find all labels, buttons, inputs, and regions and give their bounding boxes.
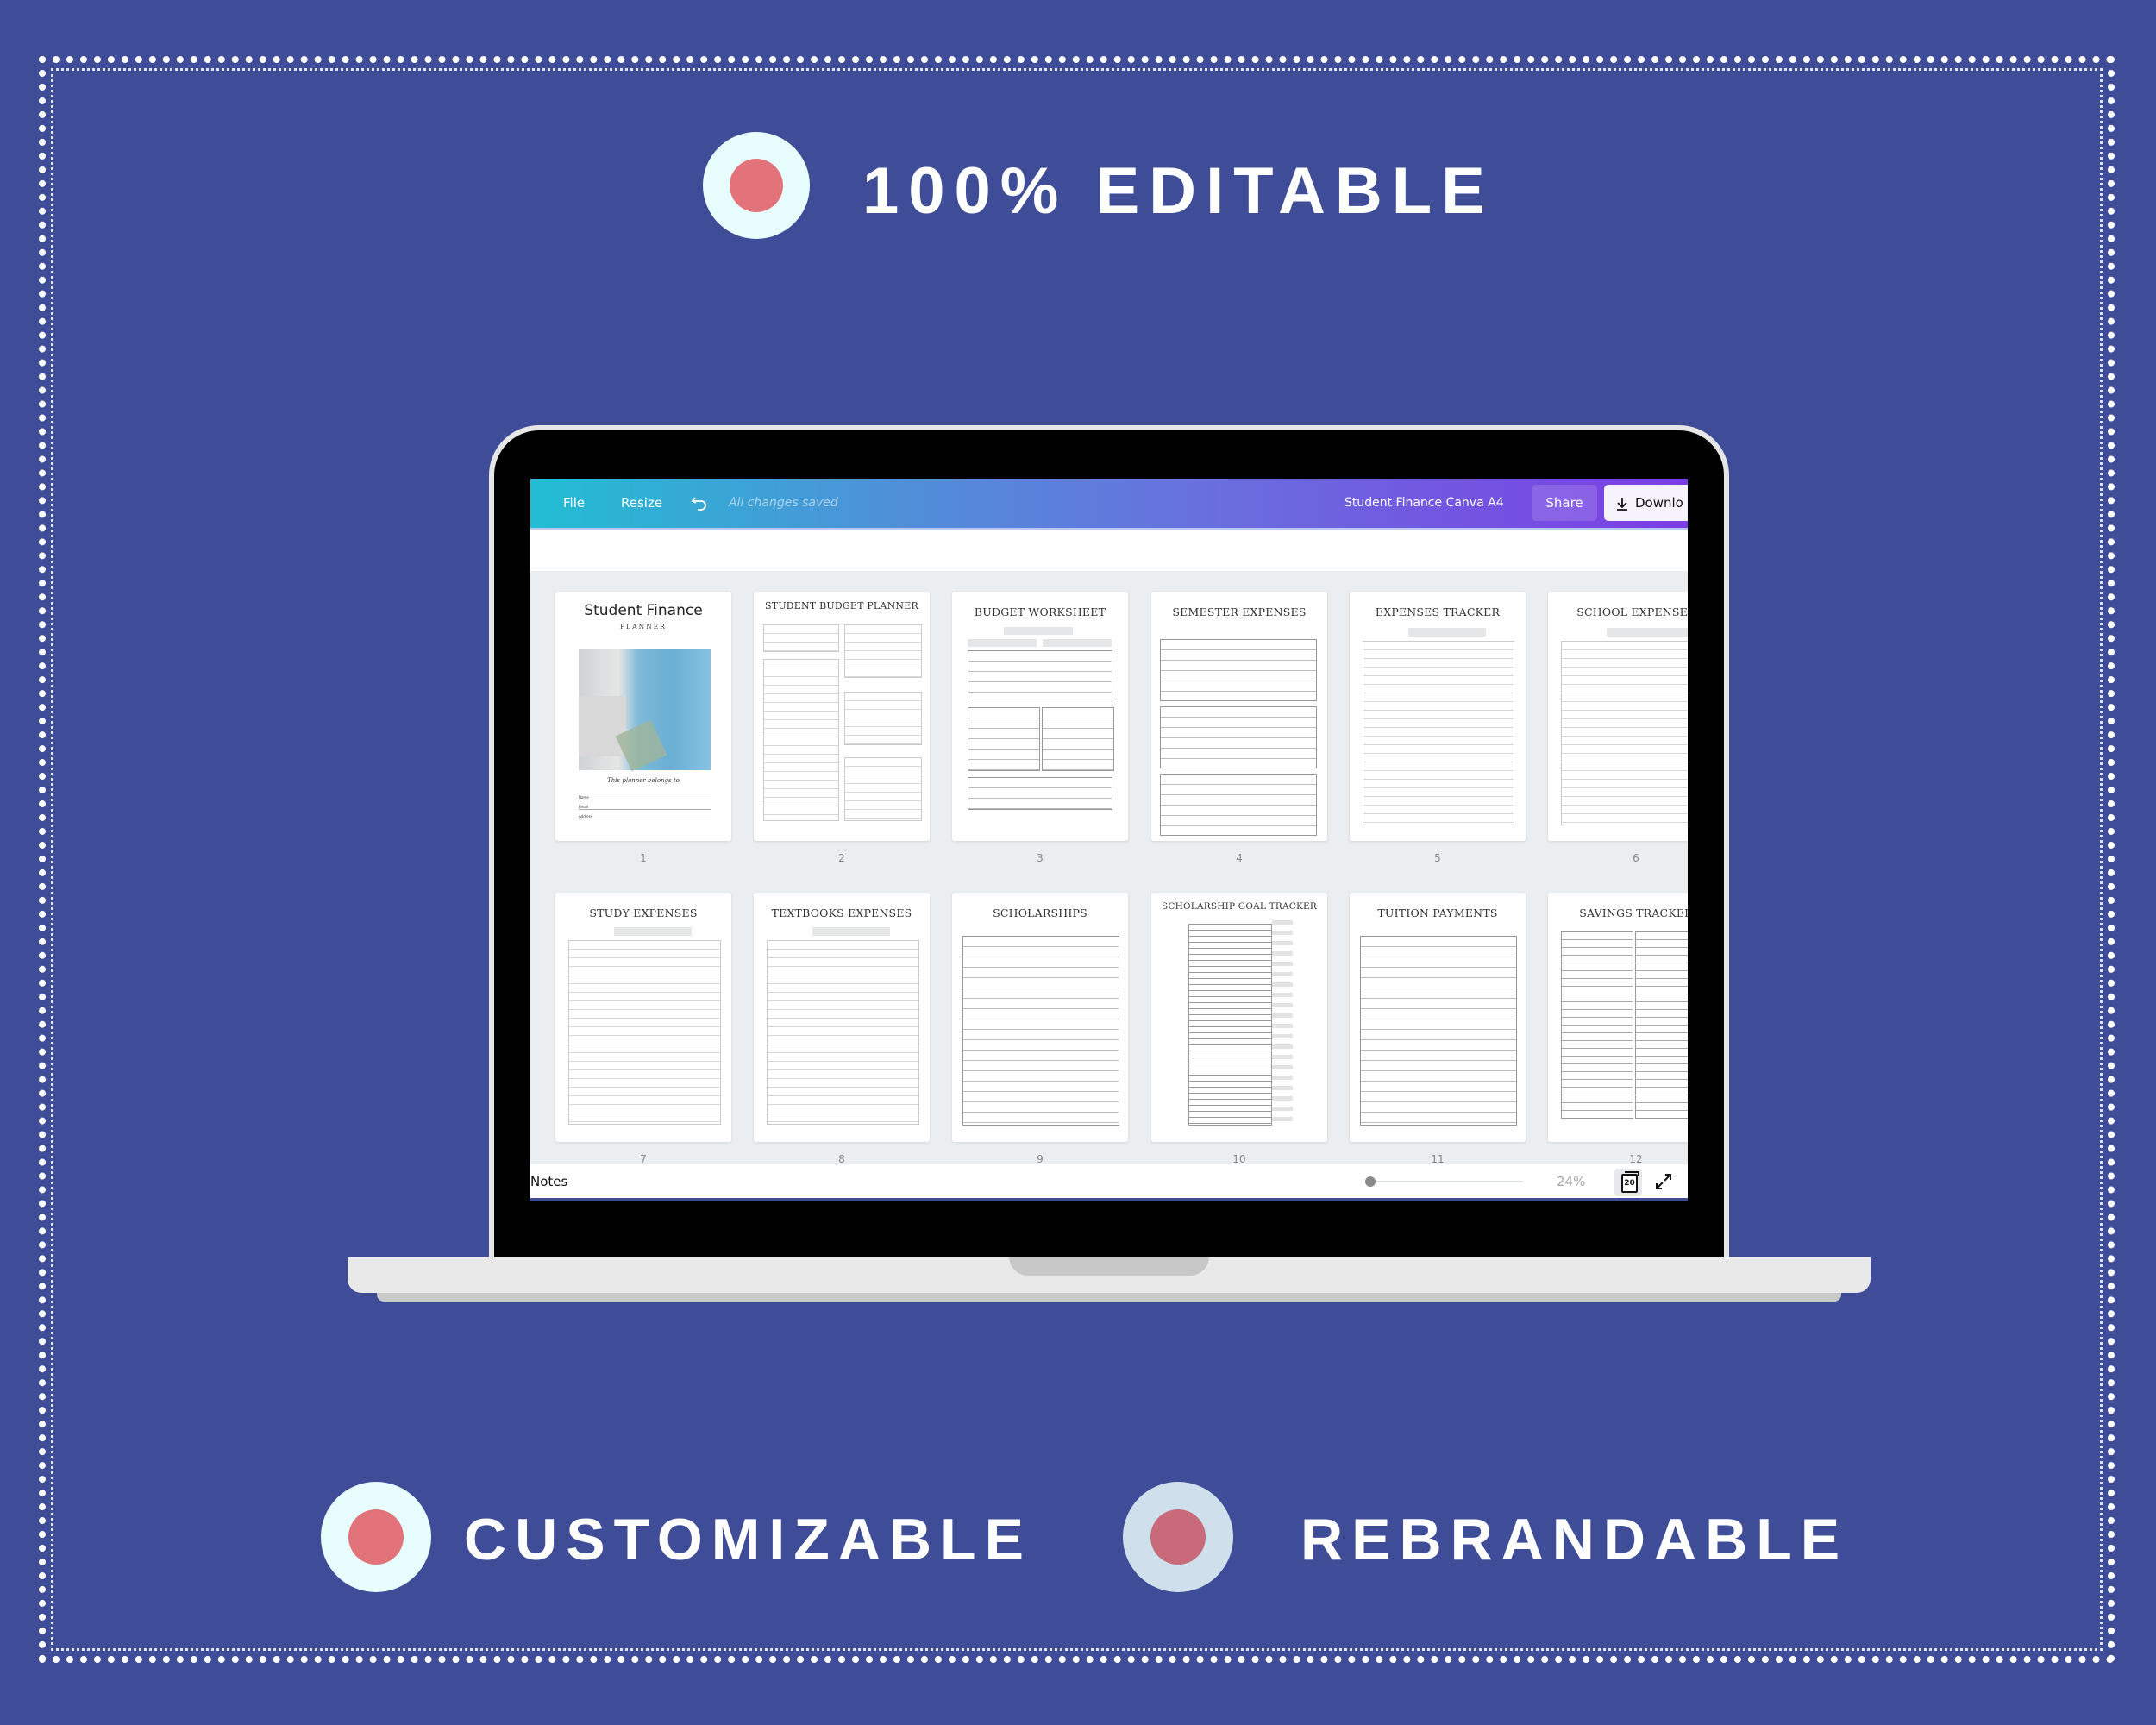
page-thumbnail-5[interactable]: EXPENSES TRACKER [1350,592,1526,841]
income-table [968,650,1112,699]
undo-icon[interactable] [690,479,709,528]
savings-table [844,624,922,678]
page-number: 1 [640,852,647,864]
editor-subbar [530,528,1688,571]
bullet-badge-icon [703,132,810,239]
bullet-badge-icon [1123,1482,1233,1592]
daily-living-table [844,757,922,821]
feature-editable: 100% EDITABLE [862,154,1495,228]
page-grid-button[interactable]: 20 [1614,1169,1642,1196]
zoom-percent[interactable]: 24% [1557,1164,1585,1199]
download-button[interactable]: Downlo [1604,485,1688,521]
fixed-expenses-table [1042,707,1114,771]
page-number: 6 [1633,852,1639,864]
zoom-slider-handle[interactable] [1365,1176,1376,1187]
download-label: Downlo [1635,495,1683,511]
page-thumbnail-11[interactable]: TUITION PAYMENTS [1350,893,1526,1142]
page-title: SAVINGS TRACKER [1579,906,1688,919]
editor-bottom-bar: Notes 24% 20 [530,1164,1688,1201]
page-number: 8 [838,1153,845,1165]
expand-icon[interactable] [1651,1170,1676,1194]
zoom-slider[interactable] [1371,1181,1523,1182]
page-thumbnail-9[interactable]: SCHOLARSHIPS [952,893,1128,1142]
laptop-notch [1009,1257,1209,1276]
file-menu[interactable]: File [563,479,585,528]
debt-table [844,692,922,745]
cover-subtitle: PLANNER [620,623,667,630]
summary-table [968,777,1112,810]
page-thumbnail-12[interactable]: SAVINGS TRACKER [1548,893,1688,1142]
pages-icon: 20 [1621,1174,1638,1193]
laptop-base-shadow [377,1293,1841,1302]
page-number: 10 [1232,1153,1246,1165]
editor-toolbar: File Resize All changes saved Student Fi… [530,479,1688,528]
page-title: SEMESTER EXPENSES [1172,605,1307,618]
page-thumbnail-6[interactable]: SCHOOL EXPENSES [1548,592,1688,841]
page-title: TEXTBOOKS EXPENSES [771,906,912,919]
page-thumbnail-3[interactable]: BUDGET WORKSHEET [952,592,1128,841]
page-thumbnail-8[interactable]: TEXTBOOKS EXPENSES [754,893,930,1142]
bullet-badge-icon [321,1482,431,1592]
bullet-badge-dot [730,159,783,212]
expenses-table [763,659,839,821]
bullet-badge-dot [1150,1509,1206,1565]
page-number: 4 [1236,852,1243,864]
page-thumbnail-7[interactable]: STUDY EXPENSES [555,893,731,1142]
other-expenses-table [968,707,1040,771]
cover-title: Student Finance [584,602,703,619]
document-title[interactable]: Student Finance Canva A4 [1344,479,1504,528]
page-number: 5 [1434,852,1441,864]
page-title: SCHOLARSHIPS [993,906,1087,919]
page-number: 2 [838,852,845,864]
income-table [763,624,839,652]
page-number: 9 [1037,1153,1044,1165]
resize-button[interactable]: Resize [621,479,662,528]
cover-field-name: Name [579,795,711,800]
page-title: SCHOOL EXPENSES [1576,605,1688,618]
page-title: BUDGET WORKSHEET [974,605,1106,618]
page-title: SCHOLARSHIP GOAL TRACKER [1162,901,1317,912]
cover-belongs-text: This planner belongs to [607,777,680,784]
page-title: TUITION PAYMENTS [1377,906,1498,919]
notes-button[interactable]: Notes [530,1164,567,1199]
page-number: 12 [1629,1153,1643,1165]
feature-customizable: CUSTOMIZABLE [464,1507,1032,1572]
page-title: STUDY EXPENSES [589,906,698,919]
page-thumbnail-4[interactable]: SEMESTER EXPENSES [1151,592,1327,841]
cover-field-email: Email [579,805,711,810]
canva-editor-screen: File Resize All changes saved Student Fi… [530,479,1688,1201]
save-status: All changes saved [729,496,838,510]
share-button[interactable]: Share [1532,485,1597,521]
download-icon [1617,497,1627,511]
page-thumbnail-2[interactable]: STUDENT BUDGET PLANNER [754,592,930,841]
page-thumbnail-1[interactable]: Student Finance PLANNER This planner bel… [555,592,731,841]
page-number: 11 [1431,1153,1445,1165]
page-title: STUDENT BUDGET PLANNER [765,600,918,612]
pages-grid: Student Finance PLANNER This planner bel… [530,571,1688,1165]
page-title: EXPENSES TRACKER [1375,605,1501,618]
page-thumbnail-10[interactable]: SCHOLARSHIP GOAL TRACKER [1151,893,1327,1142]
feature-rebrandable: REBRANDABLE [1300,1507,1849,1572]
cover-photo [579,649,711,772]
bullet-badge-dot [348,1509,404,1565]
cover-field-address: Address [579,814,711,819]
page-number: 7 [640,1153,647,1165]
page-number: 3 [1037,852,1044,864]
